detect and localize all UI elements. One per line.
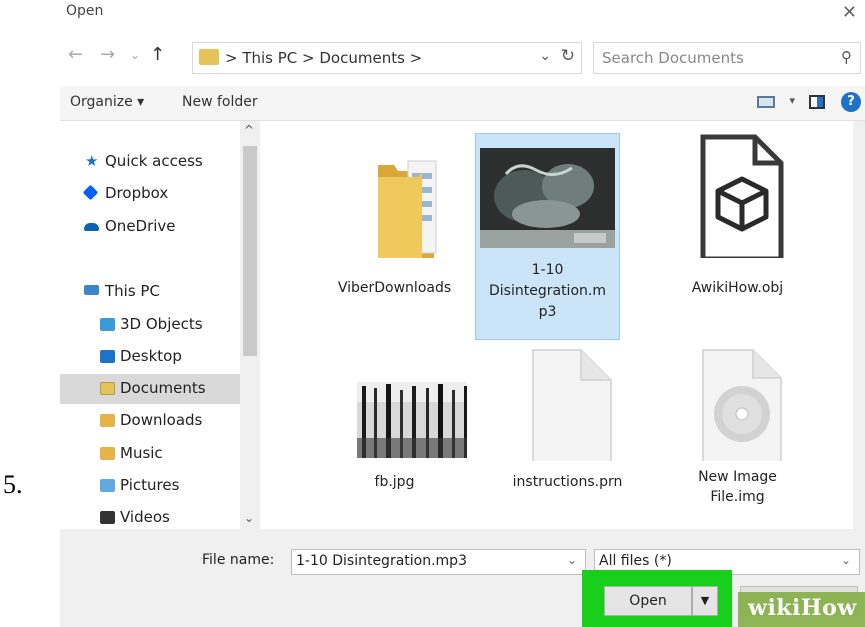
refresh-icon[interactable]: ↻ bbox=[561, 46, 575, 66]
navigation-bar: ← → ⌄ ↑ > This PC > Documents > ⌄ ↻ Sear… bbox=[60, 30, 865, 86]
open-options-dropdown-icon[interactable]: ▼ bbox=[692, 586, 718, 616]
file-tile-awikihow-obj[interactable]: AwikiHow.obj bbox=[665, 133, 810, 303]
breadcrumb[interactable]: > This PC > Documents > bbox=[225, 49, 422, 67]
sidebar-item-label: Pictures bbox=[120, 476, 180, 494]
close-icon[interactable]: ✕ bbox=[842, 2, 857, 23]
search-input[interactable]: Search Documents ⚲ bbox=[593, 42, 861, 74]
search-placeholder: Search Documents bbox=[602, 49, 744, 67]
scroll-up-icon[interactable]: ^ bbox=[244, 123, 254, 137]
address-bar[interactable]: > This PC > Documents > ⌄ ↻ bbox=[192, 42, 582, 74]
file-tile-new-image-file-img[interactable]: New Image File.img bbox=[665, 346, 810, 521]
computer-icon bbox=[84, 285, 99, 295]
sidebar-item-label: OneDrive bbox=[105, 217, 176, 235]
file-name-value: 1-10 Disintegration.mp3 bbox=[296, 553, 467, 569]
album-art-icon bbox=[480, 148, 615, 248]
change-view-icon[interactable] bbox=[757, 96, 775, 108]
window-title: Open bbox=[66, 3, 104, 19]
image-thumbnail-icon bbox=[357, 382, 475, 458]
file-name-line: Disintegration.m bbox=[489, 283, 606, 299]
search-icon[interactable]: ⚲ bbox=[841, 48, 852, 66]
navigation-pane: ★ Quick access Dropbox OneDrive This PC … bbox=[60, 121, 260, 529]
preview-pane-icon[interactable] bbox=[809, 95, 825, 109]
videos-folder-icon bbox=[100, 511, 115, 524]
file-name: instructions.prn bbox=[512, 474, 623, 490]
sidebar-item-3d-objects[interactable]: 3D Objects bbox=[60, 310, 240, 340]
up-arrow-icon[interactable]: ↑ bbox=[150, 44, 165, 65]
help-icon[interactable]: ? bbox=[841, 92, 861, 112]
sidebar-item-dropbox[interactable]: Dropbox bbox=[60, 179, 240, 209]
file-type-dropdown-icon[interactable]: ⌄ bbox=[841, 553, 851, 567]
open-button[interactable]: Open bbox=[604, 586, 692, 616]
file-name-label: File name: bbox=[202, 552, 275, 568]
cube-folder-icon bbox=[100, 318, 115, 331]
sidebar-scroll-thumb[interactable] bbox=[243, 146, 257, 356]
sidebar-item-label: This PC bbox=[105, 282, 160, 300]
open-dialog: Open ✕ ← → ⌄ ↑ > This PC > Documents > ⌄… bbox=[60, 0, 865, 627]
back-arrow-icon[interactable]: ← bbox=[68, 44, 83, 65]
music-folder-icon bbox=[100, 447, 115, 460]
address-dropdown-icon[interactable]: ⌄ bbox=[539, 48, 551, 64]
sidebar-item-label: Quick access bbox=[105, 152, 203, 170]
sidebar-item-label: Desktop bbox=[120, 347, 182, 365]
organize-button[interactable]: Organize ▾ bbox=[70, 94, 144, 110]
sidebar-item-label: Videos bbox=[120, 508, 170, 526]
file-type-value: All files (*) bbox=[599, 553, 672, 569]
file-name: fb.jpg bbox=[374, 474, 415, 490]
file-tile-instructions-prn[interactable]: instructions.prn bbox=[495, 346, 640, 496]
folder-icon bbox=[378, 160, 437, 259]
dropbox-icon bbox=[82, 184, 99, 201]
sidebar-scrollbar[interactable]: ^ ⌄ bbox=[240, 121, 260, 529]
sidebar-item-desktop[interactable]: Desktop bbox=[60, 342, 240, 372]
sidebar-item-label: Documents bbox=[120, 379, 206, 397]
file-tile-fb-jpg[interactable]: fb.jpg bbox=[322, 346, 475, 496]
sidebar-item-label: 3D Objects bbox=[120, 315, 203, 333]
title-bar: Open ✕ bbox=[60, 0, 865, 30]
blank-file-icon bbox=[532, 349, 612, 467]
recent-locations-icon[interactable]: ⌄ bbox=[130, 48, 140, 62]
watermark-text: wikiHow bbox=[748, 595, 857, 621]
file-list: ViberDownloads 1-10 Disintegration.m p3 bbox=[260, 121, 865, 529]
sidebar-item-label: Dropbox bbox=[105, 184, 169, 202]
sidebar-item-label: Music bbox=[120, 444, 163, 462]
star-icon: ★ bbox=[85, 152, 99, 170]
disc-image-file-icon bbox=[702, 349, 782, 467]
sidebar-item-label: Downloads bbox=[120, 411, 203, 429]
file-list-scrollbar[interactable] bbox=[853, 121, 865, 529]
dialog-footer: File name: 1-10 Disintegration.mp3 ⌄ All… bbox=[60, 529, 865, 627]
file-name: AwikiHow.obj bbox=[691, 280, 784, 296]
cloud-icon bbox=[84, 223, 99, 231]
file-name-line: 1-10 bbox=[531, 262, 564, 278]
desktop-folder-icon bbox=[100, 350, 115, 363]
view-options-caret-icon[interactable]: ▾ bbox=[789, 94, 795, 107]
sidebar-item-downloads[interactable]: Downloads bbox=[60, 406, 240, 436]
documents-folder-icon bbox=[199, 49, 219, 65]
file-name-input[interactable]: 1-10 Disintegration.mp3 ⌄ bbox=[291, 549, 586, 575]
file-tile-disintegration-mp3[interactable]: 1-10 Disintegration.m p3 bbox=[475, 133, 620, 340]
command-bar: Organize ▾ New folder ▾ ? bbox=[60, 86, 865, 121]
sidebar-item-pictures[interactable]: Pictures bbox=[60, 471, 240, 501]
sidebar-item-this-pc[interactable]: This PC bbox=[60, 277, 240, 307]
file-name: ViberDownloads bbox=[337, 280, 452, 296]
downloads-folder-icon bbox=[100, 414, 115, 427]
file-name-dropdown-icon[interactable]: ⌄ bbox=[567, 553, 577, 567]
documents-folder-icon bbox=[100, 382, 115, 395]
file-name-line: File.img bbox=[710, 489, 765, 505]
scroll-down-icon[interactable]: ⌄ bbox=[244, 511, 254, 525]
new-folder-button[interactable]: New folder bbox=[182, 94, 258, 110]
forward-arrow-icon[interactable]: → bbox=[100, 44, 115, 65]
file-tile-viberdownloads[interactable]: ViberDownloads bbox=[322, 133, 467, 303]
sidebar-item-music[interactable]: Music bbox=[60, 439, 240, 469]
wikihow-watermark: wikiHow bbox=[738, 592, 865, 627]
pictures-folder-icon bbox=[100, 479, 115, 492]
3d-object-file-icon bbox=[700, 134, 784, 262]
sidebar-item-quick-access[interactable]: ★ Quick access bbox=[60, 147, 240, 177]
file-name-line: p3 bbox=[538, 304, 557, 320]
sidebar-item-documents[interactable]: Documents bbox=[60, 374, 240, 404]
step-number: 5. bbox=[3, 470, 23, 499]
sidebar-item-onedrive[interactable]: OneDrive bbox=[60, 212, 240, 242]
file-name-line: New Image bbox=[698, 469, 777, 485]
